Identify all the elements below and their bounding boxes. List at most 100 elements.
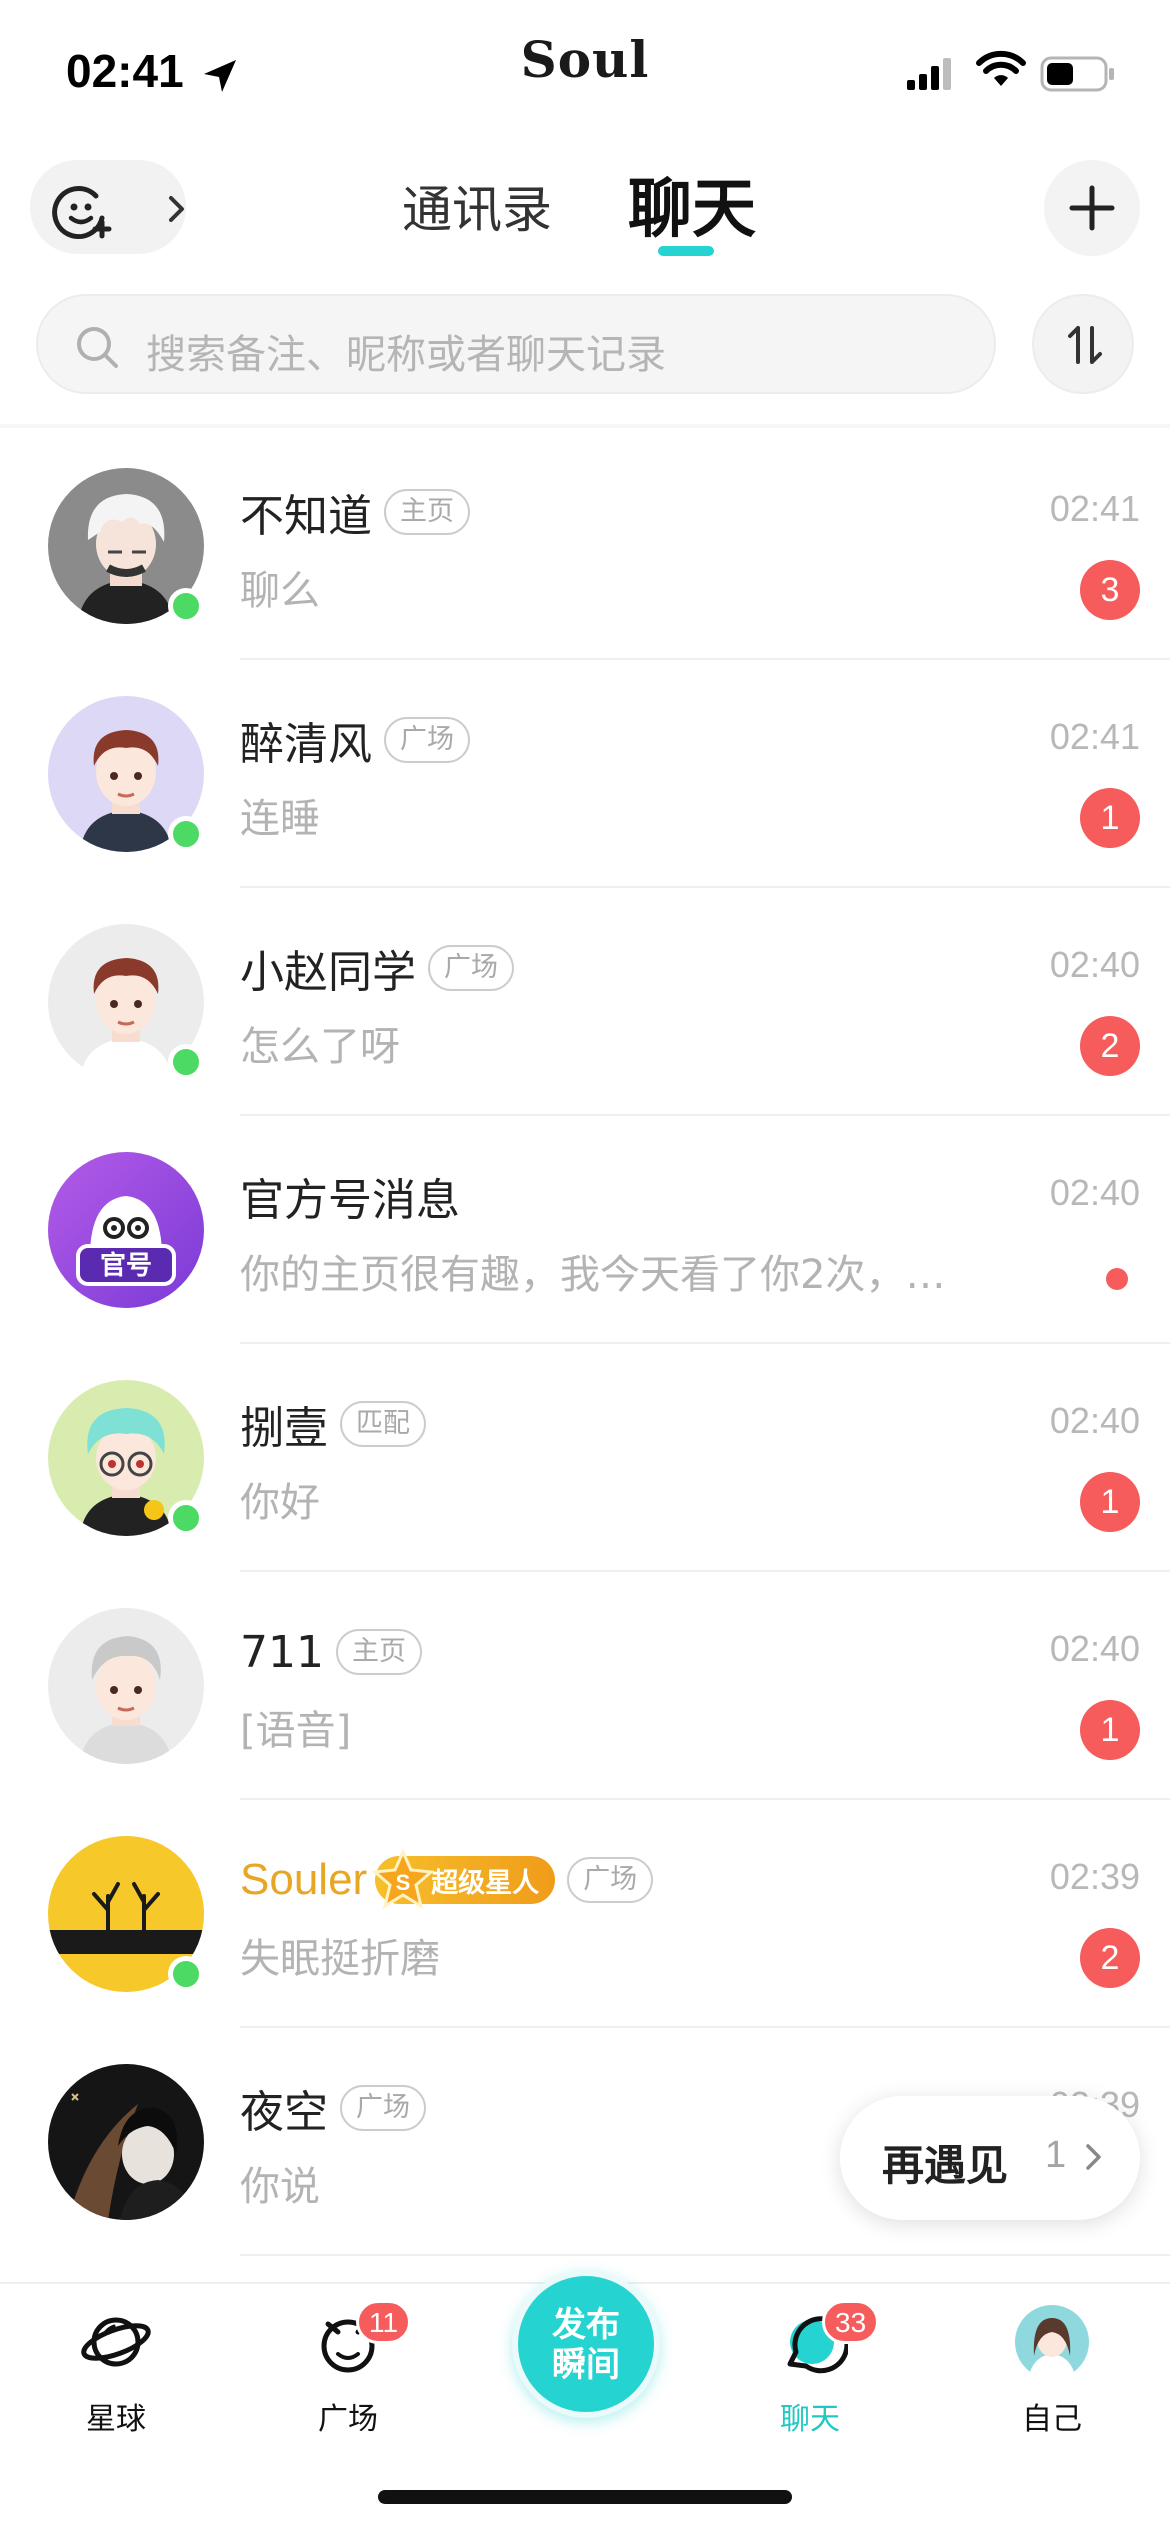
name-line: 醉清风 广场 bbox=[240, 710, 470, 770]
tab-square[interactable]: 11 广场 bbox=[268, 2284, 428, 2484]
contact-name: 醉清风 bbox=[240, 719, 372, 770]
square-badge: 11 bbox=[356, 2300, 412, 2344]
star-coin-icon: S bbox=[371, 1848, 435, 1910]
contact-name: 官方号消息 bbox=[240, 1175, 460, 1226]
source-tag: 广场 bbox=[384, 717, 470, 763]
message-time: 02:40 bbox=[1049, 1172, 1140, 1213]
meet-again-count: 1 bbox=[1045, 2134, 1067, 2176]
search-placeholder: 搜索备注、昵称或者聊天记录 bbox=[146, 332, 666, 378]
add-button[interactable] bbox=[1044, 160, 1140, 256]
publish-line1: 发布 bbox=[552, 2305, 620, 2345]
chat-row[interactable]: 醉清风 广场 02:41 连睡 1 bbox=[0, 660, 1170, 888]
tab-chat-bottom[interactable]: 33 聊天 bbox=[730, 2284, 890, 2484]
tab-me[interactable]: 自己 bbox=[972, 2284, 1132, 2484]
online-status-dot bbox=[168, 1956, 204, 1992]
source-tag: 主页 bbox=[384, 489, 470, 535]
source-tag: 广场 bbox=[567, 1857, 654, 1903]
home-indicator bbox=[378, 2490, 792, 2504]
message-preview: 你好 bbox=[240, 1480, 320, 1526]
unread-badge: 2 bbox=[1080, 1016, 1140, 1076]
message-preview: 怎么了呀 bbox=[240, 1024, 400, 1070]
unread-badge: 3 bbox=[1080, 560, 1140, 620]
online-status-dot bbox=[168, 816, 204, 852]
source-tag: 主页 bbox=[335, 1629, 422, 1675]
tab-me-label: 自己 bbox=[1022, 2402, 1082, 2437]
plus-icon bbox=[1069, 185, 1115, 231]
message-preview: 聊么 bbox=[240, 568, 320, 614]
svg-text:S: S bbox=[396, 1870, 411, 1895]
svg-text:官号: 官号 bbox=[100, 1250, 152, 1281]
contact-name: 711 bbox=[240, 1626, 324, 1678]
header-divider bbox=[0, 424, 1170, 428]
chat-row[interactable]: 711 主页 02:40 [语音] 1 bbox=[0, 1572, 1170, 1800]
source-tag: 匹配 bbox=[340, 1401, 426, 1447]
name-line: 捌壹 匹配 bbox=[240, 1394, 426, 1454]
unread-badge: 2 bbox=[1080, 1928, 1140, 1988]
message-time: 02:40 bbox=[1049, 1628, 1140, 1669]
chat-row[interactable]: Souler S 超级星人 广场 02:39 失眠挺折磨 2 bbox=[0, 1800, 1170, 2028]
status-bar: 02:41 Soul bbox=[0, 0, 1170, 140]
name-line: 官方号消息 bbox=[240, 1166, 460, 1226]
online-status-dot bbox=[168, 1500, 204, 1536]
source-tag: 广场 bbox=[428, 945, 514, 991]
message-preview: 连睡 bbox=[240, 796, 320, 842]
publish-line2: 瞬间 bbox=[552, 2345, 620, 2385]
name-line: 不知道 主页 bbox=[240, 482, 470, 542]
name-line: Souler S 超级星人 广场 bbox=[240, 1848, 654, 1910]
chat-row[interactable]: 小赵同学 广场 02:40 怎么了呀 2 bbox=[0, 888, 1170, 1116]
avatar bbox=[48, 1608, 204, 1764]
cellular-signal-icon bbox=[907, 58, 951, 90]
sort-arrows-icon bbox=[1068, 326, 1102, 364]
tab-square-label: 广场 bbox=[318, 2402, 378, 2437]
contact-name: 不知道 bbox=[240, 491, 372, 542]
meet-again-button[interactable]: 再遇见 1 bbox=[840, 2096, 1140, 2220]
message-time: 02:41 bbox=[1049, 716, 1140, 757]
sort-button[interactable] bbox=[1032, 294, 1134, 394]
contact-name: 小赵同学 bbox=[240, 947, 416, 998]
unread-badge: 1 bbox=[1080, 1472, 1140, 1532]
message-time: 02:41 bbox=[1049, 488, 1140, 529]
search-input[interactable]: 搜索备注、昵称或者聊天记录 bbox=[36, 294, 996, 394]
add-friend-button[interactable] bbox=[30, 160, 186, 254]
tab-planet-label: 星球 bbox=[86, 2402, 146, 2437]
message-preview: 失眠挺折磨 bbox=[240, 1936, 440, 1982]
name-line: 711 主页 bbox=[240, 1622, 422, 1682]
name-line: 夜空 广场 bbox=[240, 2078, 426, 2138]
chat-header: 通讯录 聊天 bbox=[0, 140, 1170, 280]
search-icon bbox=[77, 327, 118, 368]
unread-badge: 1 bbox=[1080, 788, 1140, 848]
tab-chat[interactable]: 聊天 bbox=[628, 158, 756, 250]
active-tab-indicator bbox=[658, 246, 714, 256]
super-star-badge: S 超级星人 bbox=[371, 1848, 556, 1910]
message-preview: [语音] bbox=[240, 1708, 352, 1754]
publish-moment-button[interactable]: 发布 瞬间 bbox=[512, 2270, 660, 2418]
name-line: 小赵同学 广场 bbox=[240, 938, 514, 998]
contact-name: 捌壹 bbox=[240, 1403, 328, 1454]
chat-row[interactable]: 不知道 主页 02:41 聊么 3 bbox=[0, 432, 1170, 660]
row-divider bbox=[240, 2254, 1170, 2256]
message-time: 02:40 bbox=[1049, 1400, 1140, 1441]
smiley-add-icon bbox=[52, 186, 112, 240]
meet-again-label: 再遇见 bbox=[882, 2141, 1009, 2190]
unread-badge: 1 bbox=[1080, 1700, 1140, 1760]
chevron-right-icon bbox=[1086, 2144, 1101, 2170]
source-tag: 广场 bbox=[340, 2085, 426, 2131]
chat-row[interactable]: 捌壹 匹配 02:40 你好 1 bbox=[0, 1344, 1170, 1572]
planet-icon bbox=[81, 2317, 151, 2367]
unread-dot bbox=[1106, 1268, 1128, 1290]
online-status-dot bbox=[168, 1044, 204, 1080]
chat-row[interactable]: 官号 官方号消息 02:40 你的主页很有趣，我今天看了你2次，… bbox=[0, 1116, 1170, 1344]
contact-name: 夜空 bbox=[240, 2087, 328, 2138]
tab-chat-label: 聊天 bbox=[780, 2402, 840, 2437]
contact-name: Souler bbox=[240, 1855, 368, 1904]
tab-planet[interactable]: 星球 bbox=[36, 2284, 196, 2484]
avatar bbox=[48, 2064, 204, 2220]
official-account-avatar: 官号 bbox=[48, 1152, 204, 1308]
wifi-icon bbox=[976, 50, 1026, 86]
online-status-dot bbox=[168, 588, 204, 624]
battery-icon bbox=[1040, 56, 1114, 92]
profile-avatar-icon bbox=[1015, 2305, 1089, 2380]
tab-contacts[interactable]: 通讯录 bbox=[402, 170, 552, 242]
message-time: 02:39 bbox=[1049, 1856, 1140, 1897]
message-time: 02:40 bbox=[1049, 944, 1140, 985]
